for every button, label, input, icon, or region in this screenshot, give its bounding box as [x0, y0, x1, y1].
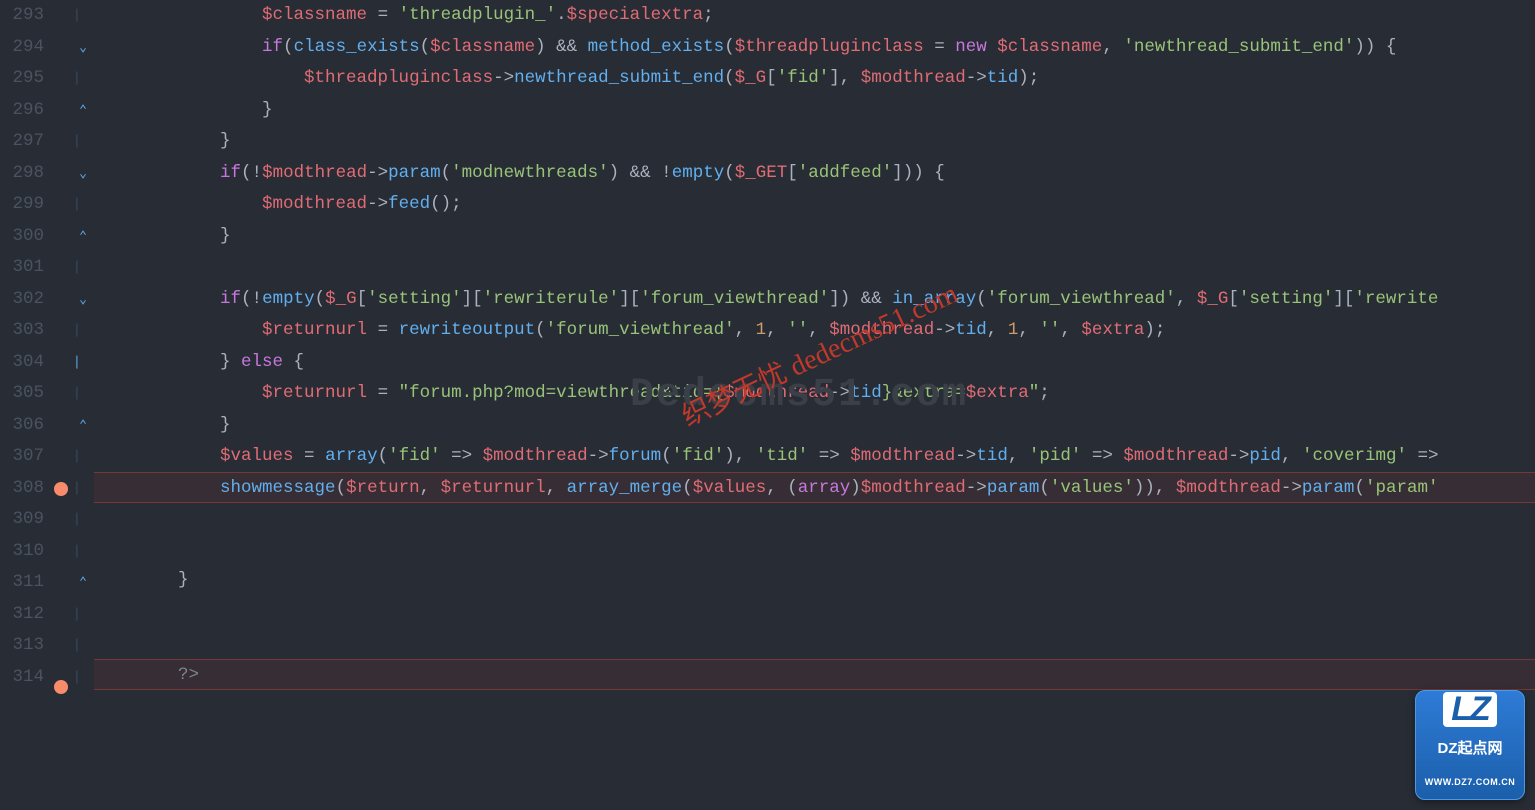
- fold-marker[interactable]: ⌃: [72, 410, 94, 442]
- line-number[interactable]: 305: [0, 378, 44, 410]
- logo-mark: LZ: [1443, 692, 1497, 728]
- breakpoint-slot[interactable]: [50, 252, 72, 284]
- line-number[interactable]: 313: [0, 630, 44, 662]
- code-line[interactable]: }: [94, 410, 1535, 442]
- code-line[interactable]: showmessage($return, $returnurl, array_m…: [94, 472, 1535, 504]
- breakpoint-icon[interactable]: [54, 680, 68, 694]
- breakpoint-slot[interactable]: [50, 513, 72, 545]
- code-line[interactable]: $returnurl = "forum.php?mod=viewthread&t…: [94, 378, 1535, 410]
- fold-marker[interactable]: ⎸: [72, 504, 94, 536]
- breakpoint-slot[interactable]: [50, 410, 72, 442]
- fold-marker[interactable]: ⎸: [72, 441, 94, 473]
- fold-marker[interactable]: ⎸: [72, 630, 94, 662]
- code-line[interactable]: [94, 502, 1535, 534]
- code-line[interactable]: ?>: [94, 659, 1535, 691]
- code-line[interactable]: $threadpluginclass->newthread_submit_end…: [94, 63, 1535, 95]
- line-number[interactable]: 307: [0, 441, 44, 473]
- fold-marker[interactable]: ⎸: [72, 126, 94, 158]
- fold-marker[interactable]: ⎸: [72, 315, 94, 347]
- fold-marker[interactable]: ⌄: [72, 158, 94, 190]
- fold-gutter[interactable]: ⎸⌄⎸⌃⎸⌄⎸⌃⎸⌄⎸⎸⎸⌃⎸⎸⎸⎸⌃⎸⎸⎸: [72, 0, 94, 810]
- code-line[interactable]: [94, 534, 1535, 566]
- fold-marker[interactable]: ⎸: [72, 378, 94, 410]
- line-number[interactable]: 294: [0, 32, 44, 64]
- breakpoint-slot[interactable]: [50, 189, 72, 221]
- code-line[interactable]: if(!$modthread->param('modnewthreads') &…: [94, 158, 1535, 190]
- code-line[interactable]: if(!empty($_G['setting']['rewriterule'][…: [94, 284, 1535, 316]
- code-line[interactable]: [94, 597, 1535, 629]
- fold-marker[interactable]: ⎸: [72, 599, 94, 631]
- breakpoint-slot[interactable]: [50, 95, 72, 127]
- code-line[interactable]: $classname = 'threadplugin_'.$specialext…: [94, 0, 1535, 32]
- line-number[interactable]: 311: [0, 567, 44, 599]
- breakpoint-slot[interactable]: [50, 0, 72, 32]
- line-number[interactable]: 304: [0, 347, 44, 379]
- breakpoint-slot[interactable]: [50, 608, 72, 640]
- breakpoint-slot[interactable]: [50, 221, 72, 253]
- line-number[interactable]: 296: [0, 95, 44, 127]
- fold-marker[interactable]: ⎸: [72, 63, 94, 95]
- line-number[interactable]: 293: [0, 0, 44, 32]
- line-number[interactable]: 299: [0, 189, 44, 221]
- fold-marker[interactable]: ⌄: [72, 284, 94, 316]
- code-line[interactable]: $modthread->feed();: [94, 189, 1535, 221]
- code-editor[interactable]: 2932942952962972982993003013023033043053…: [0, 0, 1535, 810]
- line-number[interactable]: 298: [0, 158, 44, 190]
- fold-marker[interactable]: ⌄: [72, 32, 94, 64]
- code-area[interactable]: $classname = 'threadplugin_'.$specialext…: [94, 0, 1535, 810]
- fold-marker[interactable]: ⌃: [72, 567, 94, 599]
- code-line[interactable]: [94, 252, 1535, 284]
- breakpoint-gutter[interactable]: [50, 0, 72, 810]
- fold-marker[interactable]: ⎸: [72, 536, 94, 568]
- fold-marker[interactable]: ⌃: [72, 221, 94, 253]
- fold-marker[interactable]: ⎸: [72, 189, 94, 221]
- breakpoint-slot[interactable]: [50, 284, 72, 316]
- breakpoint-slot[interactable]: [50, 576, 72, 608]
- code-line[interactable]: if(class_exists($classname) && method_ex…: [94, 32, 1535, 64]
- line-number[interactable]: 308: [0, 473, 44, 505]
- line-number[interactable]: 302: [0, 284, 44, 316]
- code-line[interactable]: }: [94, 221, 1535, 253]
- line-number[interactable]: 303: [0, 315, 44, 347]
- line-number[interactable]: 300: [0, 221, 44, 253]
- code-line[interactable]: } else {: [94, 347, 1535, 379]
- breakpoint-slot[interactable]: [50, 680, 72, 712]
- code-line[interactable]: }: [94, 126, 1535, 158]
- fold-marker[interactable]: ⎸: [72, 252, 94, 284]
- breakpoint-slot[interactable]: [50, 315, 72, 347]
- breakpoint-slot[interactable]: [50, 639, 72, 671]
- line-number-gutter[interactable]: 2932942952962972982993003013023033043053…: [0, 0, 50, 810]
- fold-marker[interactable]: ⎸: [72, 473, 94, 505]
- code-line[interactable]: }: [94, 565, 1535, 597]
- line-number[interactable]: 301: [0, 252, 44, 284]
- line-number[interactable]: 309: [0, 504, 44, 536]
- logo-text-url: WWW.DZ7.COM.CN: [1425, 767, 1516, 799]
- breakpoint-icon[interactable]: [54, 482, 68, 496]
- logo-text-cn: DZ起点网: [1438, 733, 1503, 765]
- breakpoint-slot[interactable]: [50, 545, 72, 577]
- breakpoint-slot[interactable]: [50, 32, 72, 64]
- line-number[interactable]: 312: [0, 599, 44, 631]
- fold-marker[interactable]: ⎸: [72, 347, 94, 379]
- breakpoint-slot[interactable]: [50, 347, 72, 379]
- breakpoint-slot[interactable]: [50, 126, 72, 158]
- fold-marker[interactable]: ⎸: [72, 662, 94, 694]
- breakpoint-slot[interactable]: [50, 63, 72, 95]
- line-number[interactable]: 297: [0, 126, 44, 158]
- line-number[interactable]: 314: [0, 662, 44, 694]
- line-number[interactable]: 306: [0, 410, 44, 442]
- site-logo-badge: LZ DZ起点网 WWW.DZ7.COM.CN: [1415, 690, 1525, 800]
- code-line[interactable]: }: [94, 95, 1535, 127]
- breakpoint-slot[interactable]: [50, 158, 72, 190]
- breakpoint-slot[interactable]: [50, 482, 72, 514]
- code-line[interactable]: [94, 628, 1535, 660]
- fold-marker[interactable]: ⎸: [72, 0, 94, 32]
- code-line[interactable]: $returnurl = rewriteoutput('forum_viewth…: [94, 315, 1535, 347]
- code-line[interactable]: $values = array('fid' => $modthread->for…: [94, 441, 1535, 473]
- line-number[interactable]: 310: [0, 536, 44, 568]
- line-number[interactable]: 295: [0, 63, 44, 95]
- breakpoint-slot[interactable]: [50, 441, 72, 473]
- fold-marker[interactable]: ⌃: [72, 95, 94, 127]
- breakpoint-slot[interactable]: [50, 378, 72, 410]
